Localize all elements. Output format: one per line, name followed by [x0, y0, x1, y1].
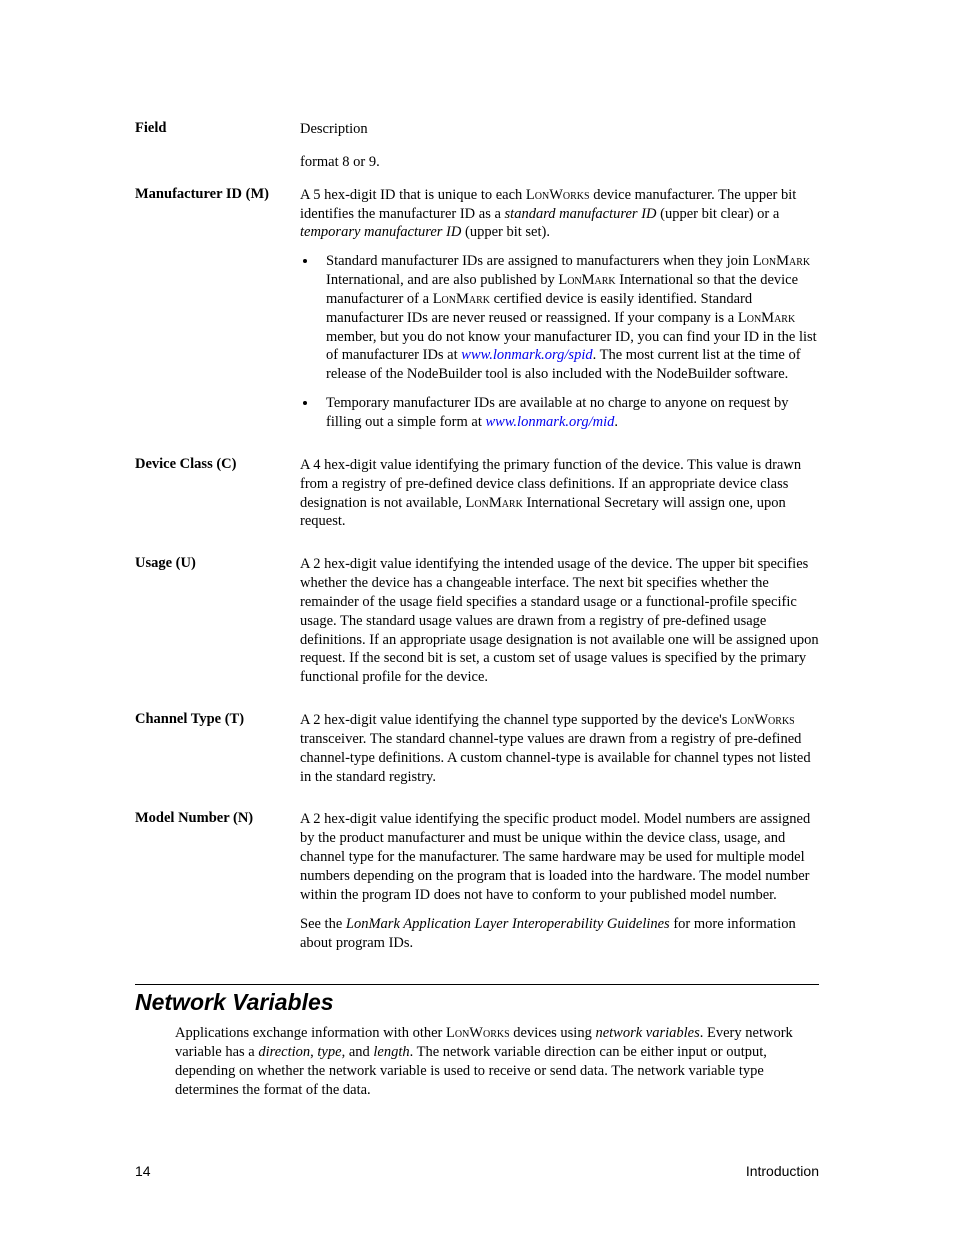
text-fragment: International, and are also published by — [326, 272, 558, 288]
italic-term: standard manufacturer ID — [505, 206, 657, 222]
text-fragment: A 2 hex-digit value identifying the chan… — [300, 712, 731, 728]
italic-title: LonMark Application Layer Interoperabili… — [346, 916, 670, 932]
text-fragment: See the — [300, 916, 346, 932]
smallcaps-lonworks: LonWorks — [446, 1025, 510, 1041]
model-number-see-also: See the LonMark Application Layer Intero… — [300, 915, 819, 953]
manufacturer-intro: A 5 hex-digit ID that is unique to each … — [300, 186, 819, 243]
text-fragment: A 5 hex-digit ID that is unique to each — [300, 187, 526, 203]
text-fragment: . — [614, 414, 618, 430]
text-fragment: (upper bit clear) or a — [657, 206, 780, 222]
italic-term: temporary manufacturer ID — [300, 224, 461, 240]
device-class-text: A 4 hex-digit value identifying the prim… — [300, 456, 819, 531]
page-number: 14 — [135, 1163, 151, 1179]
document-page: Field Description format 8 or 9. Manufac… — [0, 0, 954, 1235]
italic-term: type — [317, 1044, 341, 1060]
text-fragment: Applications exchange information with o… — [175, 1025, 446, 1041]
network-variables-paragraph: Applications exchange information with o… — [175, 1024, 819, 1099]
smallcaps-lonmark: LonMark — [433, 291, 490, 307]
desc-manufacturer-id: A 5 hex-digit ID that is unique to each … — [300, 186, 819, 442]
table-header-description: Description — [300, 120, 819, 139]
table-header-field: Field — [135, 120, 300, 139]
model-number-text: A 2 hex-digit value identifying the spec… — [300, 810, 819, 904]
desc-model-number: A 2 hex-digit value identifying the spec… — [300, 810, 819, 962]
empty-field-cell — [135, 153, 300, 172]
text-fragment: , and — [342, 1044, 374, 1060]
smallcaps-lonmark: LonMark — [466, 495, 523, 511]
italic-term: direction — [258, 1044, 310, 1060]
text-fragment: devices using — [510, 1025, 596, 1041]
link-mid[interactable]: www.lonmark.org/mid — [485, 414, 614, 430]
field-model-number: Model Number (N) — [135, 810, 300, 962]
field-manufacturer-id: Manufacturer ID (M) — [135, 186, 300, 442]
field-description-table: Field Description format 8 or 9. Manufac… — [135, 120, 819, 962]
smallcaps-lonmark: LonMark — [753, 253, 810, 269]
smallcaps-lonworks: LonWorks — [526, 187, 590, 203]
smallcaps-lonworks: LonWorks — [731, 712, 795, 728]
text-fragment: Standard manufacturer IDs are assigned t… — [326, 253, 753, 269]
field-device-class: Device Class (C) — [135, 456, 300, 541]
desc-device-class: A 4 hex-digit value identifying the prim… — [300, 456, 819, 541]
format-carryover-text: format 8 or 9. — [300, 153, 819, 172]
manufacturer-bullets: Standard manufacturer IDs are assigned t… — [300, 252, 819, 432]
bullet-standard-ids: Standard manufacturer IDs are assigned t… — [318, 252, 819, 384]
usage-text: A 2 hex-digit value identifying the inte… — [300, 555, 819, 687]
text-fragment: (upper bit set). — [461, 224, 550, 240]
field-usage: Usage (U) — [135, 555, 300, 697]
section-title-network-variables: Network Variables — [135, 989, 819, 1016]
italic-term: length — [373, 1044, 409, 1060]
smallcaps-lonmark: LonMark — [738, 310, 795, 326]
link-spid[interactable]: www.lonmark.org/spid — [461, 347, 592, 363]
page-footer: 14 Introduction — [135, 1163, 819, 1179]
italic-term: network variables — [595, 1025, 699, 1041]
chapter-name: Introduction — [746, 1163, 819, 1179]
smallcaps-lonmark: LonMark — [558, 272, 615, 288]
channel-type-text: A 2 hex-digit value identifying the chan… — [300, 711, 819, 786]
desc-channel-type: A 2 hex-digit value identifying the chan… — [300, 711, 819, 796]
text-fragment: transceiver. The standard channel-type v… — [300, 731, 811, 785]
field-channel-type: Channel Type (T) — [135, 711, 300, 796]
desc-usage: A 2 hex-digit value identifying the inte… — [300, 555, 819, 697]
bullet-temporary-ids: Temporary manufacturer IDs are available… — [318, 394, 819, 432]
section-divider — [135, 984, 819, 985]
